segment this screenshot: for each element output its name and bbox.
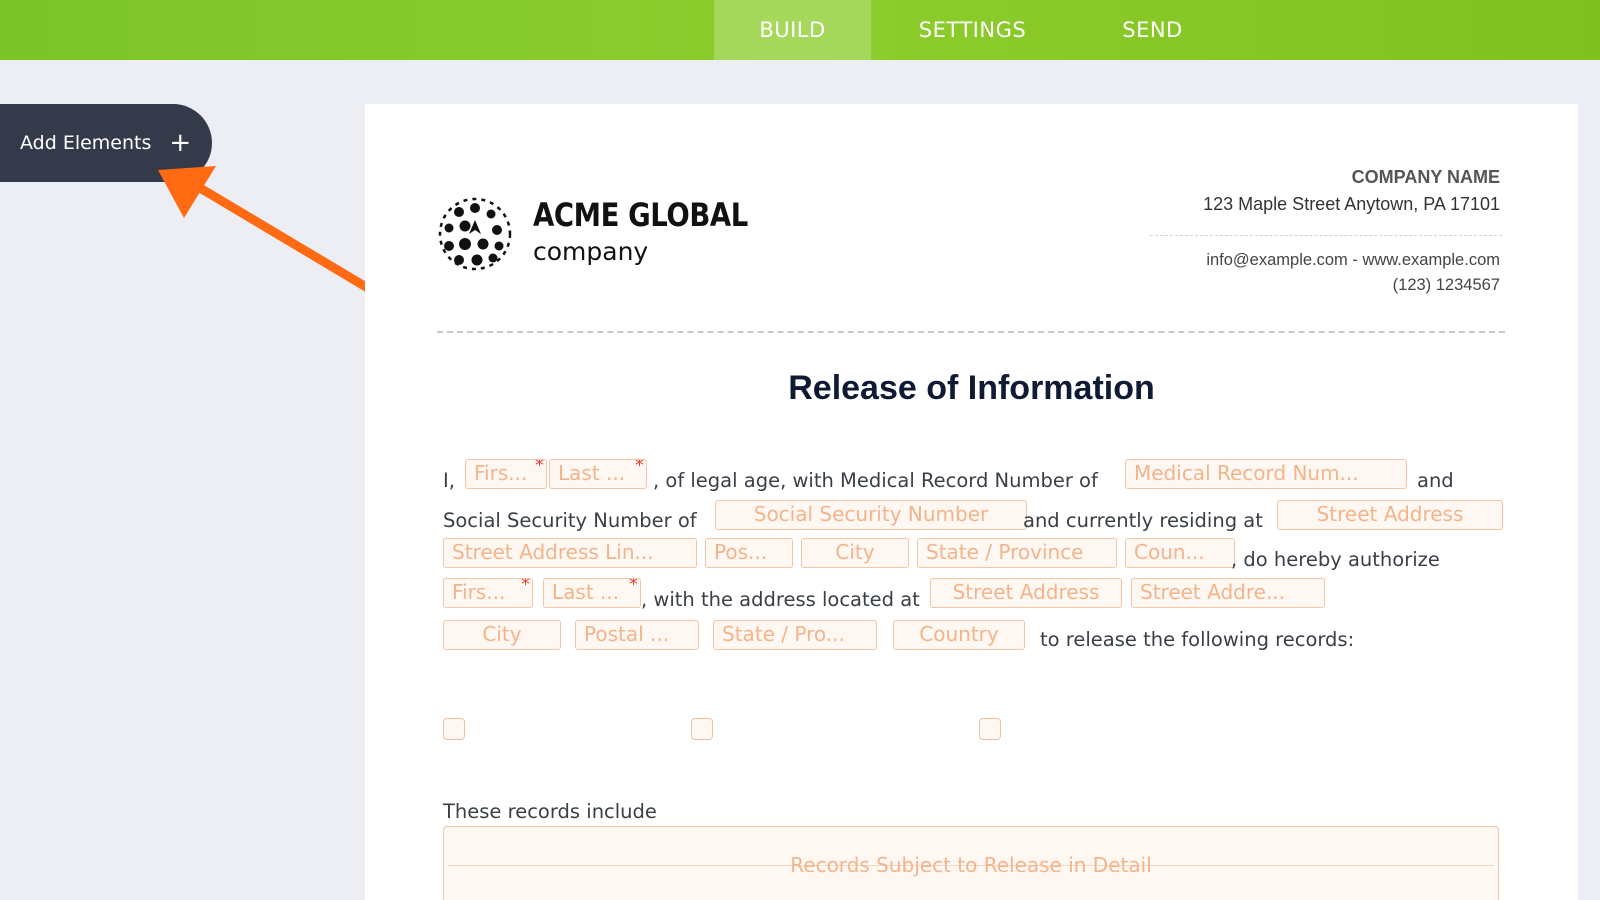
field-placeholder: Firs... [452,580,506,604]
tab-build[interactable]: BUILD [714,0,871,60]
street-address-line2-field[interactable]: Street Address Lin... [443,538,697,568]
authorized-street-address-field[interactable]: Street Address [930,578,1122,608]
section-divider [437,331,1505,333]
authorized-street-address-line2-field[interactable]: Street Addre... [1131,578,1325,608]
street-address-field[interactable]: Street Address [1277,500,1503,530]
last-name-field[interactable]: Last ... * [549,459,647,489]
authorized-country-field[interactable]: Country [893,620,1025,650]
document-page: ACME GLOBAL company COMPANY NAME 123 Map… [365,104,1578,900]
company-contact: info@example.com - www.example.com [1206,251,1500,269]
company-phone: (123) 1234567 [1392,276,1500,294]
authorized-city-field[interactable]: City [443,620,561,650]
text-records-include: These records include [443,800,657,823]
tab-settings[interactable]: SETTINGS [885,0,1060,60]
authorized-postal-field[interactable]: Postal ... [575,620,699,650]
company-address: 123 Maple Street Anytown, PA 17101 [1203,194,1500,214]
company-name: COMPANY NAME [1351,167,1500,187]
record-checkbox-2[interactable] [691,718,713,740]
brand-subtitle: company [533,237,649,266]
text-authorize: , do hereby authorize [1231,548,1440,571]
required-mark: * [635,459,644,476]
records-placeholder: Records Subject to Release in Detail [790,853,1152,877]
record-checkbox-1[interactable] [443,718,465,740]
page-title: Release of Information [788,369,1155,407]
header-divider [1150,235,1502,236]
field-placeholder: Last ... [558,461,626,485]
add-elements-label: Add Elements [20,132,152,154]
text-legal-age: , of legal age, with Medical Record Numb… [653,469,1098,492]
text-ssn-of: Social Security Number of [443,509,697,532]
top-nav-bar: BUILD SETTINGS SEND [0,0,1600,60]
text-address-at: , with the address located at [641,588,920,611]
state-province-field[interactable]: State / Province [917,538,1117,568]
city-field[interactable]: City [801,538,909,568]
record-checkbox-3[interactable] [979,718,1001,740]
ssn-field[interactable]: Social Security Number [715,500,1027,530]
brand-name: ACME GLOBAL [533,196,748,234]
medical-record-number-field[interactable]: Medical Record Num... [1125,459,1407,489]
field-placeholder: Last ... [552,580,620,604]
records-detail-textarea[interactable]: Records Subject to Release in Detail [443,826,1499,900]
country-field[interactable]: Coun... [1125,538,1235,568]
required-mark: * [535,459,544,476]
field-placeholder: Firs... [474,461,528,485]
authorized-first-name-field[interactable]: Firs... * [443,578,533,608]
tab-send[interactable]: SEND [1070,0,1235,60]
text-release: to release the following records: [1040,628,1355,651]
postal-field[interactable]: Pos... [705,538,793,568]
text-i: I, [443,469,455,492]
authorized-last-name-field[interactable]: Last ... * [543,578,641,608]
required-mark: * [521,578,530,595]
first-name-field[interactable]: Firs... * [465,459,547,489]
required-mark: * [629,578,638,595]
text-residing: and currently residing at [1023,509,1263,532]
text-and: and [1417,469,1454,492]
globe-logo-icon [438,197,512,271]
authorized-state-field[interactable]: State / Pro... [713,620,877,650]
plus-icon: + [169,128,192,158]
